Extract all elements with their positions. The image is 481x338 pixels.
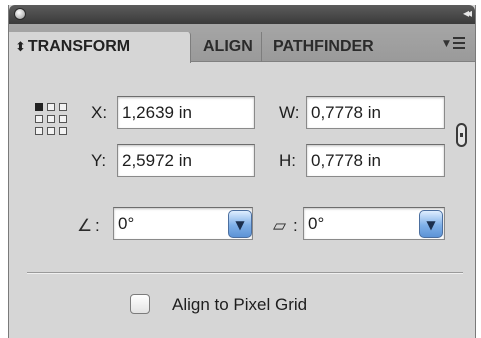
panel-titlebar[interactable]: ◂◂ [9, 5, 475, 24]
collapse-arrows-icon[interactable]: ◂◂ [463, 6, 472, 20]
ref-point-bottom-right[interactable] [59, 127, 67, 135]
section-divider [27, 272, 463, 274]
ref-point-bottom-center[interactable] [47, 127, 55, 135]
x-field[interactable]: 1,2639 in [117, 96, 255, 129]
tab-transform[interactable]: ⬍ TRANSFORM [9, 32, 191, 63]
tab-pathfinder-label: PATHFINDER [273, 38, 374, 55]
tab-align[interactable]: ALIGN [192, 32, 262, 62]
ref-point-bottom-left[interactable] [35, 127, 43, 135]
panel-tab-bar: ⬍ TRANSFORM ALIGN PATHFINDER ▼ [9, 24, 475, 63]
ref-point-top-right[interactable] [59, 103, 67, 111]
w-field[interactable]: 0,7778 in [306, 96, 445, 129]
rotate-label: : [95, 216, 100, 235]
y-field[interactable]: 2,5972 in [117, 144, 255, 177]
ref-point-top-left[interactable] [35, 103, 43, 111]
tab-transform-label: TRANSFORM [27, 38, 131, 55]
h-field[interactable]: 0,7778 in [306, 144, 445, 177]
w-label: W: [279, 103, 300, 122]
ref-point-center[interactable] [47, 115, 55, 123]
tab-pathfinder[interactable]: PATHFINDER [263, 32, 393, 62]
transform-panel: ◂◂ ⬍ TRANSFORM ALIGN PATHFINDER ▼ X: 1,26… [8, 5, 476, 338]
reference-point-icon[interactable] [35, 101, 71, 151]
panel-menu-icon[interactable]: ▼ [441, 32, 469, 58]
align-pixel-grid-checkbox[interactable] [130, 294, 150, 314]
ref-point-top-center[interactable] [47, 103, 55, 111]
ref-point-middle-left[interactable] [35, 115, 43, 123]
tab-options-arrow-icon: ⬍ [15, 40, 26, 55]
rotate-dropdown-button[interactable]: ▼ [228, 210, 252, 238]
tab-align-label: ALIGN [203, 38, 253, 55]
h-label: H: [279, 151, 296, 170]
constrain-proportions-link-icon[interactable] [456, 123, 467, 147]
shear-dropdown-button[interactable]: ▼ [419, 210, 443, 238]
rotate-angle-icon: ∠ [77, 216, 93, 236]
x-label: X: [91, 103, 108, 122]
ref-point-middle-right[interactable] [59, 115, 67, 123]
align-pixel-grid-label[interactable]: Align to Pixel Grid [172, 295, 307, 315]
shear-label: : [293, 216, 298, 235]
close-icon[interactable] [14, 8, 26, 20]
y-label: Y: [91, 151, 107, 170]
shear-icon: ▱ [273, 216, 287, 236]
